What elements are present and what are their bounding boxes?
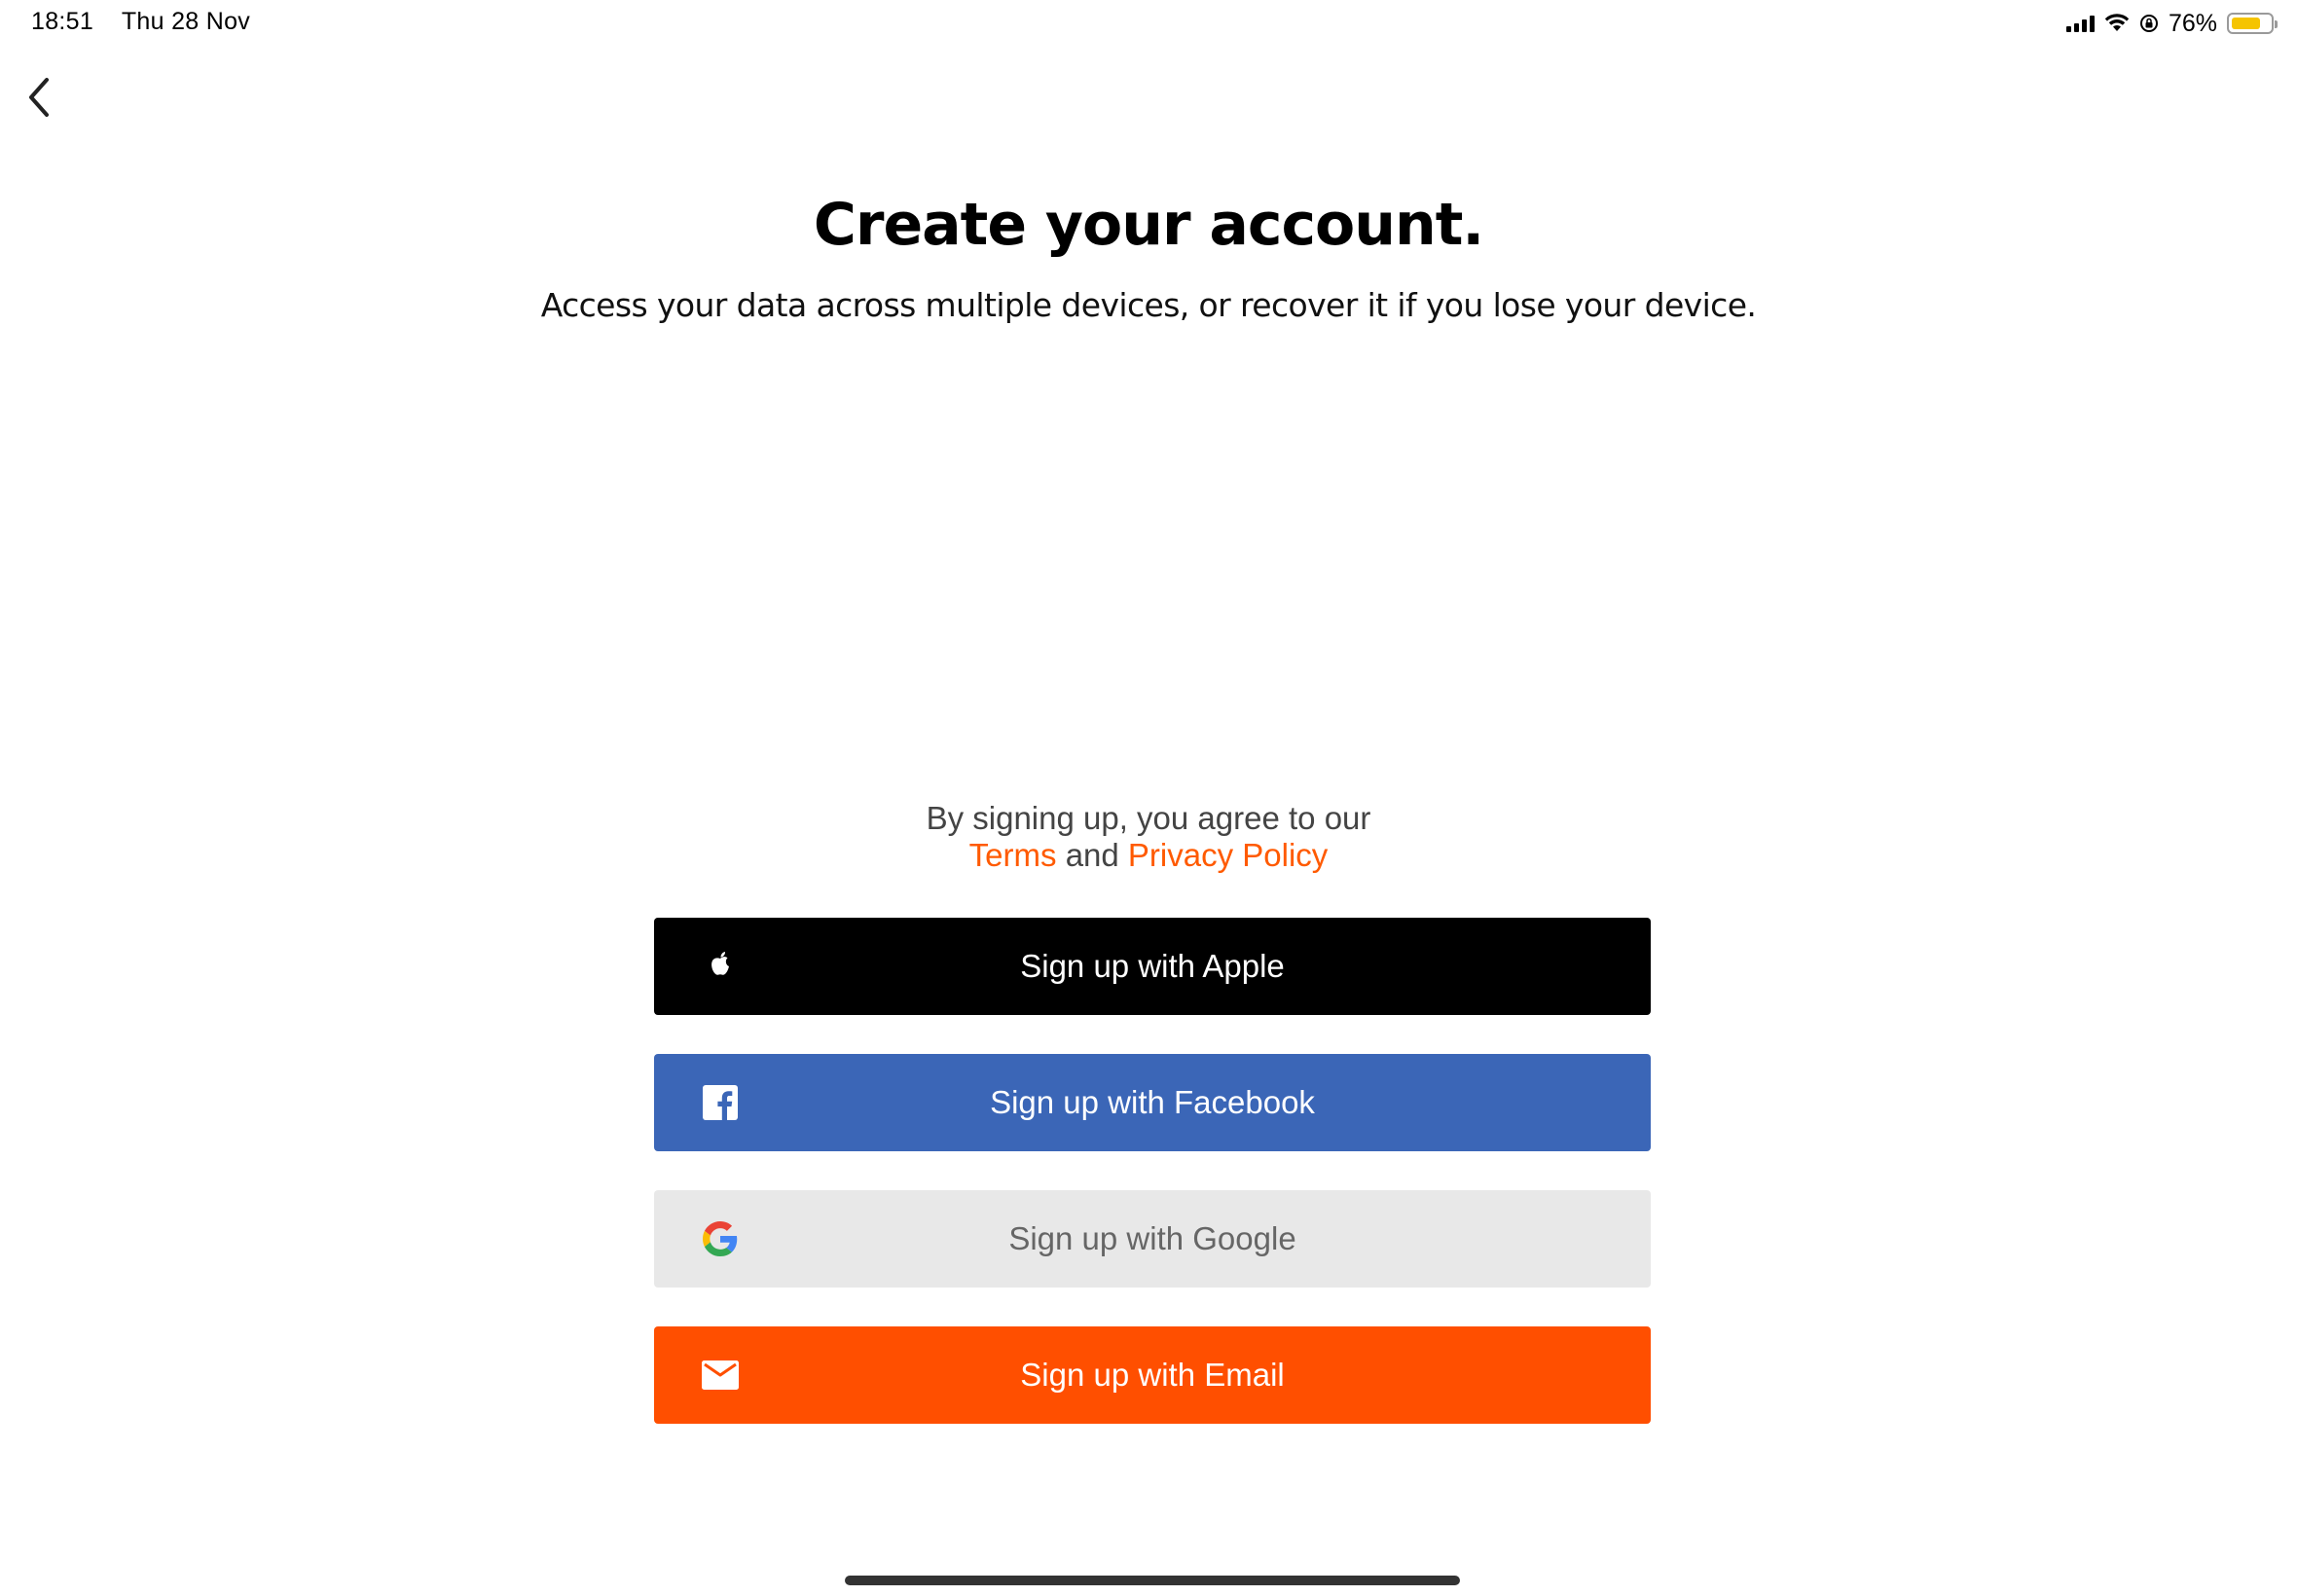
page-title: Create your account.: [813, 191, 1484, 259]
sign-up-apple-label: Sign up with Apple: [1020, 948, 1285, 984]
terms-link[interactable]: Terms: [969, 837, 1057, 873]
legal-links-line: Terms and Privacy Policy: [0, 837, 2297, 874]
page-subtitle: Access your data across multiple devices…: [540, 286, 1757, 324]
sign-up-google-button[interactable]: Sign up with Google: [654, 1190, 1651, 1288]
google-icon: [701, 1219, 740, 1258]
sign-up-apple-button[interactable]: Sign up with Apple: [654, 918, 1651, 1015]
legal-notice: By signing up, you agree to our Terms an…: [0, 800, 2297, 874]
signup-screen: 18:51 Thu 28 Nov 76% Create your account…: [0, 0, 2297, 1596]
battery-percent: 76%: [2168, 9, 2217, 37]
battery-level-fill: [2232, 18, 2260, 29]
orientation-lock-icon: [2139, 15, 2158, 32]
back-button[interactable]: [19, 70, 58, 125]
sign-up-google-label: Sign up with Google: [1008, 1220, 1296, 1256]
sign-up-email-label: Sign up with Email: [1020, 1357, 1285, 1393]
status-date: Thu 28 Nov: [121, 8, 251, 35]
status-bar-right: 76%: [2065, 6, 2278, 41]
wifi-icon: [2104, 14, 2130, 31]
battery-icon: [2227, 13, 2278, 34]
sign-up-email-button[interactable]: Sign up with Email: [654, 1326, 1651, 1424]
home-indicator[interactable]: [845, 1576, 1460, 1585]
privacy-policy-link[interactable]: Privacy Policy: [1128, 837, 1328, 873]
chevron-left-icon: [29, 78, 49, 117]
sign-up-facebook-label: Sign up with Facebook: [990, 1084, 1315, 1120]
legal-line: By signing up, you agree to our: [926, 800, 1371, 836]
status-time: 18:51: [31, 8, 94, 35]
legal-and: and: [1065, 837, 1119, 873]
facebook-icon: [701, 1083, 740, 1122]
cellular-signal-icon: [2065, 15, 2095, 32]
status-bar-left: 18:51 Thu 28 Nov: [31, 8, 272, 36]
sign-up-facebook-button[interactable]: Sign up with Facebook: [654, 1054, 1651, 1151]
apple-icon: [701, 947, 740, 986]
mail-icon: [701, 1356, 740, 1395]
